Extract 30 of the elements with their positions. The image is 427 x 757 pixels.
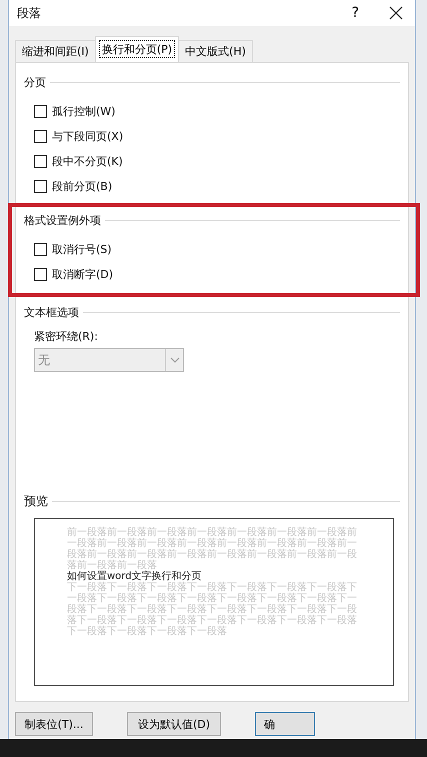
group-title: 预览 [24,492,48,510]
chevron-down-icon [170,357,180,363]
window-title: 段落 [17,4,42,22]
checkbox-label: 与下段同页(X) [52,129,124,144]
checkbox[interactable] [34,180,47,193]
tab[interactable]: 换行和分页(P) [94,36,180,62]
dialog-button[interactable]: 确 [255,712,315,736]
preview-text: 下一段落下一段落下一段落下一段落下一段落下一段落下一段落下一段落下一段落下一段落下一段落下一段落下一段落下一段落下一段落下一段落下一段落下一段落下一段落下一段落下一段落下一段落下一段落下一段落下一段落下一段落下一段落下一段落下一段落下一段落下一段落下一段落下一段落 [67,582,358,637]
checkbox[interactable] [34,155,47,168]
checkbox-label: 段前分页(B) [52,179,112,194]
checkbox-label: 段中不分页(K) [52,154,123,169]
checkbox-label: 取消断字(D) [52,267,114,282]
checkbox[interactable] [34,130,47,143]
checkbox[interactable] [34,243,47,256]
close-icon[interactable] [389,6,403,20]
help-button[interactable]: ? [352,5,359,21]
group-title: 格式设置例外项 [24,212,101,228]
checkbox[interactable] [34,268,47,281]
checkbox-label: 孤行控制(W) [52,104,116,119]
checkbox-label: 取消行号(S) [52,242,112,257]
checkbox[interactable] [34,105,47,118]
preview-text: 如何设置word文字换行和分页 [67,571,203,582]
tab[interactable]: 中文版式(H) [178,40,253,62]
group-title: 分页 [24,74,46,90]
dialog-button[interactable]: 制表位(T)... [15,712,93,736]
dialog-button[interactable]: 设为默认值(D) [127,712,221,736]
tab[interactable]: 缩进和间距(I) [15,40,96,62]
preview-text: 前一段落前一段落前一段落前一段落前一段落前一段落前一段落前一段落前一段落前一段落前一段落前一段落前一段落前一段落前一段落前一段落前一段落前一段落前一段落前一段落前一段落前一段落前一段落前一段落 [67,527,358,571]
field-label: 紧密环绕(R): [33,329,99,344]
group-title: 文本框选项 [24,304,79,320]
